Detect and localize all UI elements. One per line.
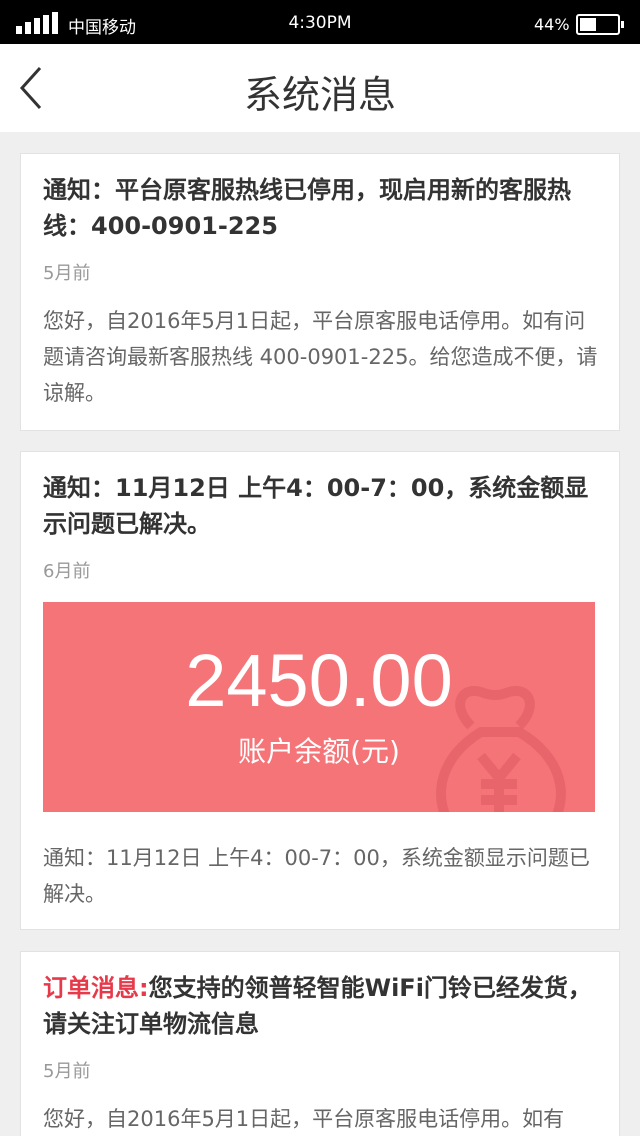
message-card[interactable]: 通知：11月12日 上午4：00-7：00，系统金额显示问题已解决。 6月前 2… [20,451,620,930]
balance-panel: 2450.00 账户余额(元) [43,602,595,812]
message-title: 通知：平台原客服热线已停用，现启用新的客服热线：400-0901-225 [43,176,571,240]
balance-amount: 2450.00 [185,639,453,722]
balance-label: 账户余额(元) [238,735,400,768]
battery-icon [576,14,624,35]
message-body: 通知：11月12日 上午4：00-7：00，系统金额显示问题已解决。 [43,846,590,906]
message-time: 5月前 [43,263,91,284]
status-bar: 中国移动 4:30PM 44% [0,0,640,44]
navigation-bar: 系统消息 [0,44,640,132]
order-message-tag: 订单消息: [43,974,149,1002]
message-card[interactable]: 订单消息:您支持的领普轻智能WiFi门铃已经发货，请关注订单物流信息 5月前 您… [20,951,620,1136]
message-title: 通知：11月12日 上午4：00-7：00，系统金额显示问题已解决。 [43,474,589,538]
message-card[interactable]: 通知：平台原客服热线已停用，现启用新的客服热线：400-0901-225 5月前… [20,153,620,431]
page-title: 系统消息 [243,73,396,117]
message-time: 6月前 [43,561,91,582]
message-time: 5月前 [43,1061,91,1082]
message-body: 您好，自2016年5月1日起，平台原客服电话停用。如有 [43,1107,565,1131]
battery-percentage: 44% [534,15,570,34]
message-body: 您好，自2016年5月1日起，平台原客服电话停用。如有问题请咨询最新客服热线 4… [43,309,598,405]
message-title: 订单消息:您支持的领普轻智能WiFi门铃已经发货，请关注订单物流信息 [43,970,603,1042]
